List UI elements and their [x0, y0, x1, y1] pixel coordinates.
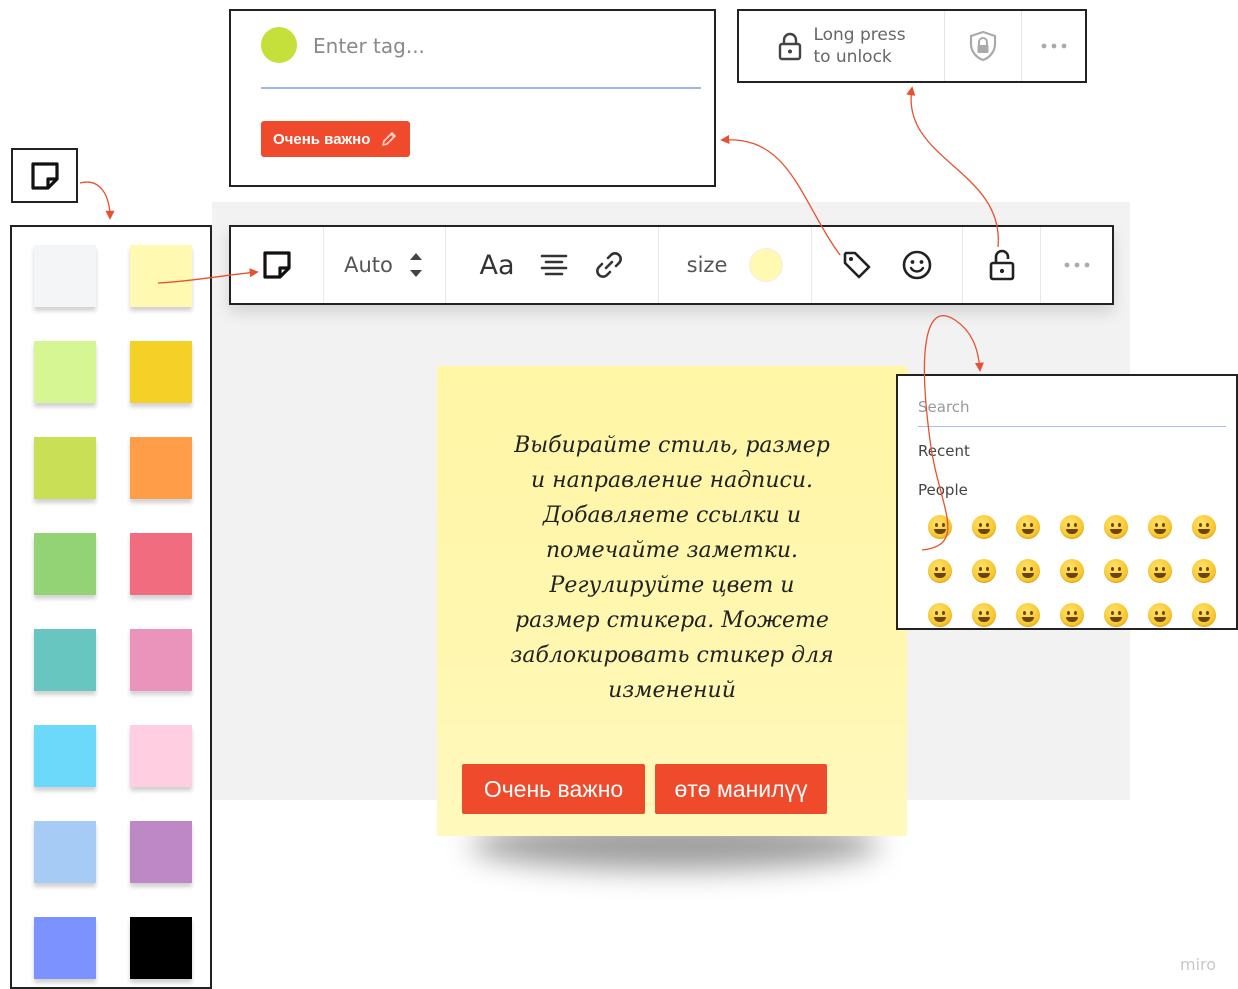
- color-swatch[interactable]: [34, 245, 96, 307]
- note-line: изменений: [608, 678, 736, 703]
- note-line: помечайте заметки.: [545, 538, 799, 563]
- shield-lock-icon: [969, 30, 997, 62]
- emoji-item[interactable]: [1148, 515, 1172, 539]
- color-swatch[interactable]: [130, 245, 192, 307]
- emoji-item[interactable]: [1016, 603, 1040, 627]
- size-label: size: [686, 253, 728, 277]
- unlock-hint-line2: to unlock: [813, 47, 892, 67]
- emoji-item[interactable]: [1016, 515, 1040, 539]
- size-control[interactable]: size: [659, 227, 812, 303]
- color-swatch[interactable]: [130, 917, 192, 979]
- lock-icon: [779, 32, 802, 61]
- tag-input[interactable]: [313, 29, 693, 63]
- lock-toggle-button[interactable]: [963, 227, 1041, 303]
- unlock-icon: [989, 249, 1014, 281]
- color-swatch[interactable]: [34, 533, 96, 595]
- size-color-dot[interactable]: [749, 248, 784, 282]
- note-line: размер стикера. Можете: [515, 608, 829, 633]
- emoji-item[interactable]: [1192, 559, 1216, 583]
- text-format-group: Aa: [446, 227, 659, 303]
- unlock-hint-line1: Long press: [813, 25, 906, 45]
- sticker-tool-button[interactable]: [11, 148, 78, 203]
- long-press-unlock[interactable]: Long press to unlock: [739, 11, 945, 81]
- tag-icon[interactable]: [841, 249, 873, 281]
- emoji-search-input[interactable]: [918, 394, 1208, 420]
- emoji-category-recent[interactable]: Recent: [918, 442, 970, 460]
- emoji-item[interactable]: [972, 559, 996, 583]
- color-swatch[interactable]: [130, 533, 192, 595]
- more-horizontal-icon: [1041, 43, 1066, 49]
- color-swatch[interactable]: [34, 917, 96, 979]
- tag-panel: Очень важно: [229, 9, 716, 187]
- font-button[interactable]: Aa: [479, 250, 514, 281]
- note-line: заблокировать стикер для: [510, 643, 834, 668]
- color-swatch[interactable]: [34, 341, 96, 403]
- emoji-item[interactable]: [928, 559, 952, 583]
- sticky-note[interactable]: Выбирайте стиль, размер и направление на…: [437, 366, 907, 836]
- emoji-item[interactable]: [1104, 515, 1128, 539]
- arrow-sticker-to-palette: [79, 181, 115, 220]
- color-swatch[interactable]: [130, 437, 192, 499]
- tag-chip[interactable]: Очень важно: [261, 121, 411, 157]
- font-size-value: Auto: [344, 253, 393, 277]
- shield-button[interactable]: [945, 11, 1022, 81]
- emoji-item[interactable]: [928, 515, 952, 539]
- more-horizontal-icon: [1064, 262, 1089, 268]
- emoji-category-people[interactable]: People: [918, 481, 968, 499]
- sticky-note-icon: [263, 251, 291, 279]
- color-swatch[interactable]: [130, 725, 192, 787]
- sticker-toolbar: Auto Aa size: [229, 225, 1114, 305]
- emoji-item[interactable]: [1104, 603, 1128, 627]
- color-swatch[interactable]: [34, 821, 96, 883]
- emoji-item[interactable]: [1192, 603, 1216, 627]
- note-tag[interactable]: Очень важно: [462, 764, 645, 814]
- sticker-style-button[interactable]: [231, 227, 324, 303]
- emoji-item[interactable]: [1148, 603, 1172, 627]
- note-line: Регулируйте цвет и: [549, 573, 795, 598]
- color-swatch[interactable]: [34, 437, 96, 499]
- note-line: Добавляете ссылки и: [543, 503, 801, 528]
- emoji-item[interactable]: [1060, 559, 1084, 583]
- pencil-icon[interactable]: [380, 130, 398, 148]
- tag-input-underline: [261, 87, 701, 89]
- color-swatch[interactable]: [34, 725, 96, 787]
- emoji-item[interactable]: [972, 515, 996, 539]
- color-swatch[interactable]: [130, 821, 192, 883]
- link-icon[interactable]: [593, 249, 625, 281]
- emoji-picker: Recent People: [896, 374, 1238, 630]
- emoji-item[interactable]: [1104, 559, 1128, 583]
- tag-color-dot[interactable]: [261, 27, 297, 63]
- tag-chip-label: Очень важно: [273, 130, 371, 148]
- emoji-item[interactable]: [1060, 603, 1084, 627]
- note-tag[interactable]: өтө манилүү: [655, 764, 827, 814]
- emoji-item[interactable]: [972, 603, 996, 627]
- miro-watermark: miro: [1180, 955, 1217, 974]
- color-swatch[interactable]: [130, 629, 192, 691]
- color-palette: [10, 225, 212, 989]
- toolbar-more-button[interactable]: [1041, 227, 1112, 303]
- smiley-icon[interactable]: [901, 249, 933, 281]
- sticky-note-text[interactable]: Выбирайте стиль, размер и направление на…: [457, 428, 887, 708]
- color-swatch[interactable]: [130, 341, 192, 403]
- note-line: и направление надписи.: [530, 468, 813, 493]
- emoji-item[interactable]: [1060, 515, 1084, 539]
- note-line: Выбирайте стиль, размер: [514, 433, 830, 458]
- chevron-up-down-icon[interactable]: [407, 248, 425, 282]
- lock-panel: Long press to unlock: [737, 9, 1087, 83]
- tag-emoji-group: [812, 227, 963, 303]
- emoji-item[interactable]: [928, 603, 952, 627]
- emoji-item[interactable]: [1148, 559, 1172, 583]
- sticky-note-icon: [30, 161, 59, 190]
- color-swatch[interactable]: [34, 629, 96, 691]
- emoji-search-underline: [918, 426, 1226, 427]
- align-center-icon[interactable]: [539, 253, 569, 277]
- font-size-auto-control[interactable]: Auto: [324, 227, 446, 303]
- emoji-item[interactable]: [1192, 515, 1216, 539]
- emoji-item[interactable]: [1016, 559, 1040, 583]
- more-options-button[interactable]: [1022, 11, 1085, 81]
